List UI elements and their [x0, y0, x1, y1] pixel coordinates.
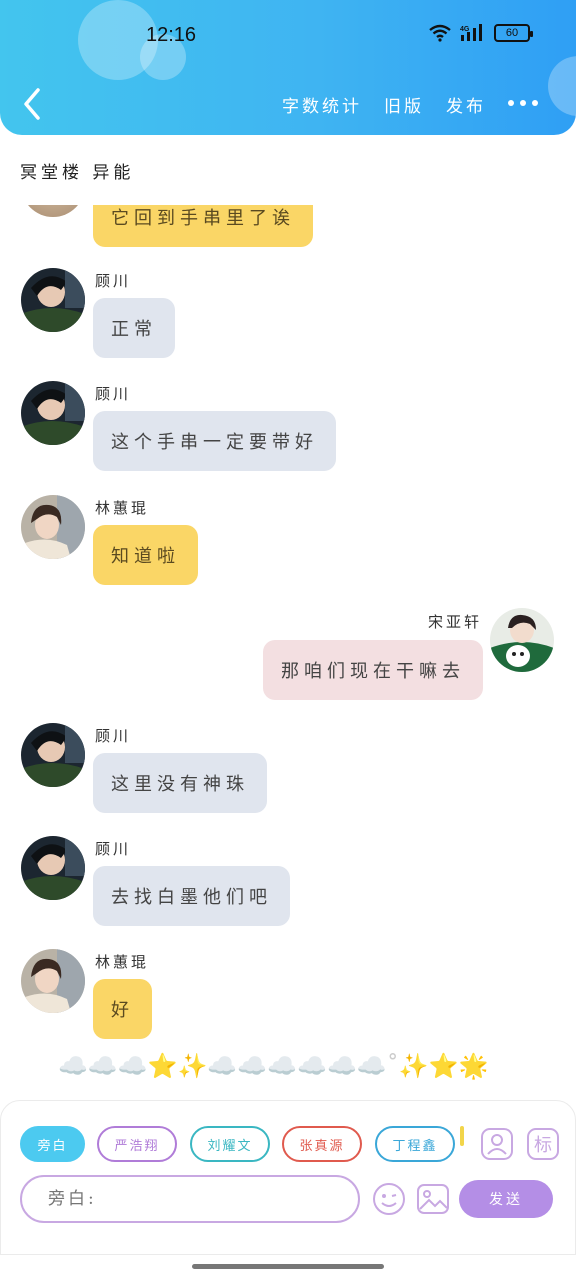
avatar[interactable] — [21, 836, 85, 900]
old-version-button[interactable]: 旧版 — [384, 92, 424, 117]
header-actions: 字数统计 旧版 发布 — [282, 92, 486, 117]
message-bubble[interactable]: 这里没有神珠 — [93, 753, 267, 813]
message-bubble[interactable]: 好 — [93, 979, 152, 1039]
sender-name: 顾川 — [95, 840, 132, 858]
sender-name: 林蕙琨 — [95, 499, 150, 517]
avatar[interactable] — [490, 608, 554, 672]
avatar[interactable] — [21, 381, 85, 445]
sender-name: 林蕙琨 — [95, 953, 150, 971]
network-type-label: 4G — [460, 26, 470, 33]
emoji-line: ☁️☁️☁️⭐✨☁️☁️☁️☁️☁️☁️˚✨⭐🌟 — [58, 1052, 489, 1080]
app-header: 12:16 4G 60 字数统计 旧版 发布 — [0, 0, 576, 135]
person-card-icon[interactable] — [480, 1127, 514, 1161]
chat-title: 冥堂楼 异能 — [20, 163, 135, 183]
sender-name: 顾川 — [95, 727, 132, 745]
role-chip[interactable]: 张真源 — [282, 1126, 362, 1162]
message-bubble[interactable]: 正常 — [93, 298, 175, 358]
avatar[interactable] — [21, 495, 85, 559]
sender-name: 宋亚轩 — [427, 613, 482, 631]
avatar[interactable] — [21, 723, 85, 787]
chevron-left-icon — [24, 88, 40, 120]
back-button[interactable] — [18, 86, 48, 122]
home-indicator[interactable] — [192, 1264, 384, 1269]
role-chip-narrator[interactable]: 旁白 — [20, 1126, 85, 1162]
publish-button[interactable]: 发布 — [446, 92, 486, 117]
avatar[interactable] — [21, 268, 85, 332]
sender-name: 顾川 — [95, 272, 132, 290]
message-bubble[interactable]: 它回到手串里了诶 — [93, 205, 313, 247]
tag-icon[interactable]: 标 — [526, 1127, 560, 1161]
role-chip[interactable]: 刘耀文 — [190, 1126, 270, 1162]
send-button[interactable]: 发送 — [459, 1180, 553, 1218]
wifi-icon — [429, 24, 451, 42]
message-bubble[interactable]: 这个手串一定要带好 — [93, 411, 336, 471]
scroll-indicator — [460, 1126, 464, 1146]
battery-icon: 60 — [494, 24, 533, 42]
avatar[interactable] — [21, 205, 85, 217]
tag-label: 标 — [534, 1135, 552, 1156]
avatar[interactable] — [21, 949, 85, 1013]
message-bubble[interactable]: 那咱们现在干嘛去 — [263, 640, 483, 700]
image-icon[interactable] — [416, 1182, 450, 1216]
role-chip[interactable]: 丁程鑫 — [375, 1126, 455, 1162]
status-time: 12:16 — [146, 24, 197, 46]
emoji-icon[interactable] — [372, 1182, 406, 1216]
sender-name: 顾川 — [95, 385, 132, 403]
message-bubble[interactable]: 知道啦 — [93, 525, 198, 585]
header-decoration — [548, 56, 576, 116]
signal-icon: 4G — [460, 24, 482, 41]
status-icons: 4G 60 — [428, 24, 533, 42]
more-dots-icon[interactable] — [508, 100, 538, 106]
role-chip[interactable]: 严浩翔 — [97, 1126, 177, 1162]
message-list[interactable]: 它回到手串里了诶 顾川 正常 顾川 这个手串一定要带好 林蕙琨 知道啦 宋亚轩 … — [0, 205, 576, 1095]
message-input[interactable] — [20, 1175, 360, 1223]
word-count-button[interactable]: 字数统计 — [282, 92, 362, 117]
message-bubble[interactable]: 去找白墨他们吧 — [93, 866, 290, 926]
